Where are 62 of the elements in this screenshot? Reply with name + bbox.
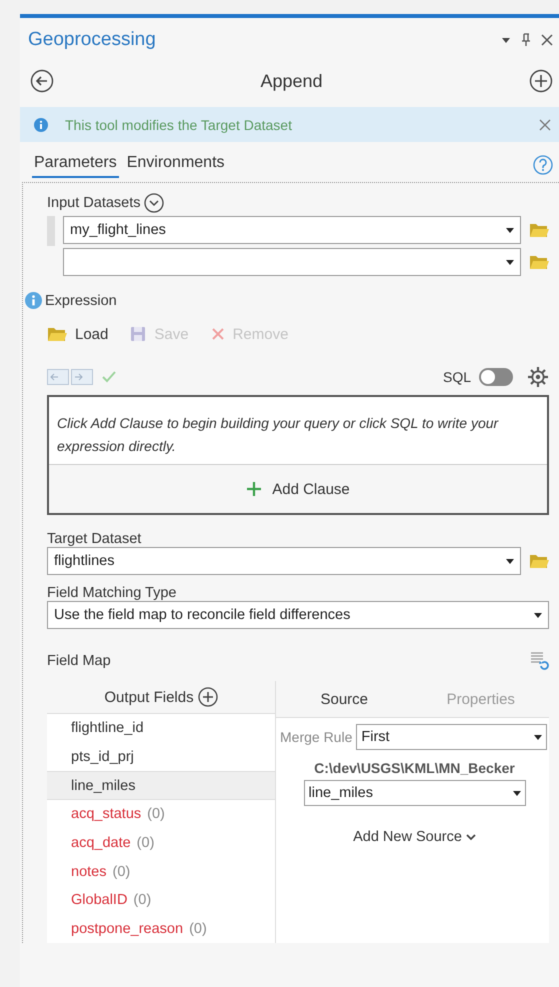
check-icon[interactable] <box>101 370 117 384</box>
reset-list-icon[interactable] <box>529 651 549 671</box>
output-field-item[interactable]: pts_id_prj <box>47 742 275 772</box>
field-label: Target Dataset <box>47 531 142 547</box>
expand-icon[interactable] <box>144 193 164 213</box>
help-icon[interactable] <box>533 155 553 175</box>
settings-icon[interactable] <box>527 366 549 388</box>
output-field-item[interactable]: line_miles <box>47 771 275 800</box>
output-field-item[interactable]: flightline_id <box>47 714 275 743</box>
close-icon[interactable] <box>541 34 553 46</box>
chevron-down-icon <box>466 834 476 840</box>
output-field-item[interactable]: GlobalID (0) <box>47 886 275 914</box>
dataset-dropdown[interactable]: my_flight_lines <box>63 216 521 244</box>
output-field-item[interactable]: postpone_reason (0) <box>47 914 275 943</box>
source-field-dropdown[interactable]: line_miles <box>304 780 526 806</box>
field-label: Input Datasets <box>47 195 140 211</box>
tab[interactable]: Environments <box>124 152 227 178</box>
caret-icon <box>506 260 514 264</box>
indent-icons[interactable] <box>47 368 93 386</box>
folder-icon[interactable] <box>529 222 549 238</box>
caret-icon <box>534 734 542 740</box>
close-icon[interactable] <box>539 118 551 130</box>
caret-icon <box>512 790 520 796</box>
pin-icon[interactable] <box>521 33 531 47</box>
output-field-item[interactable]: notes (0) <box>47 857 275 886</box>
caret-icon <box>506 228 514 232</box>
column-header: Output Fields <box>104 688 194 706</box>
output-field-item[interactable]: acq_date (0) <box>47 828 275 858</box>
add-new-source-button[interactable]: Add New Source <box>347 828 482 846</box>
sql-label: SQL <box>442 369 471 385</box>
output-field-item[interactable]: acq_status (0) <box>47 800 275 829</box>
target-dataset-dropdown[interactable]: flightlines <box>47 547 521 575</box>
field-matching-dropdown[interactable]: Use the field map to reconcile field differences <box>47 601 549 629</box>
dropdown-icon[interactable] <box>501 36 511 44</box>
add-clause-button[interactable]: Add Clause <box>49 465 547 513</box>
pane-title: Geoprocessing <box>28 29 156 51</box>
back-icon[interactable] <box>30 69 54 93</box>
source-path: C:\dev\USGS\KML\MN_Becker <box>314 760 515 776</box>
caret-icon <box>534 612 542 618</box>
tool-title: Append <box>260 70 323 92</box>
field-label: Expression <box>45 292 117 308</box>
add-icon[interactable] <box>529 69 553 93</box>
field-label: Field Map <box>47 653 111 669</box>
merge-rule-dropdown[interactable]: First <box>356 724 547 750</box>
add-icon[interactable] <box>198 687 218 708</box>
folder-icon <box>47 326 67 342</box>
plus-icon <box>246 481 262 497</box>
caret-icon <box>506 558 514 564</box>
sql-toggle[interactable] <box>479 368 513 386</box>
expression-action-button[interactable]: Load <box>47 326 108 342</box>
tab[interactable]: Parameters <box>32 152 119 178</box>
drag-handle[interactable] <box>47 216 55 246</box>
merge-rule-label: Merge Rule <box>280 729 352 745</box>
field-label: Field Matching Type <box>47 585 178 601</box>
folder-icon[interactable] <box>529 553 549 569</box>
x-icon <box>210 327 225 341</box>
info-icon <box>34 118 48 132</box>
info-icon <box>25 292 42 309</box>
tab[interactable]: Source <box>276 681 412 717</box>
notice-text: This tool modifies the Target Dataset <box>65 116 293 132</box>
dataset-dropdown[interactable] <box>63 248 521 276</box>
folder-icon[interactable] <box>529 254 549 270</box>
